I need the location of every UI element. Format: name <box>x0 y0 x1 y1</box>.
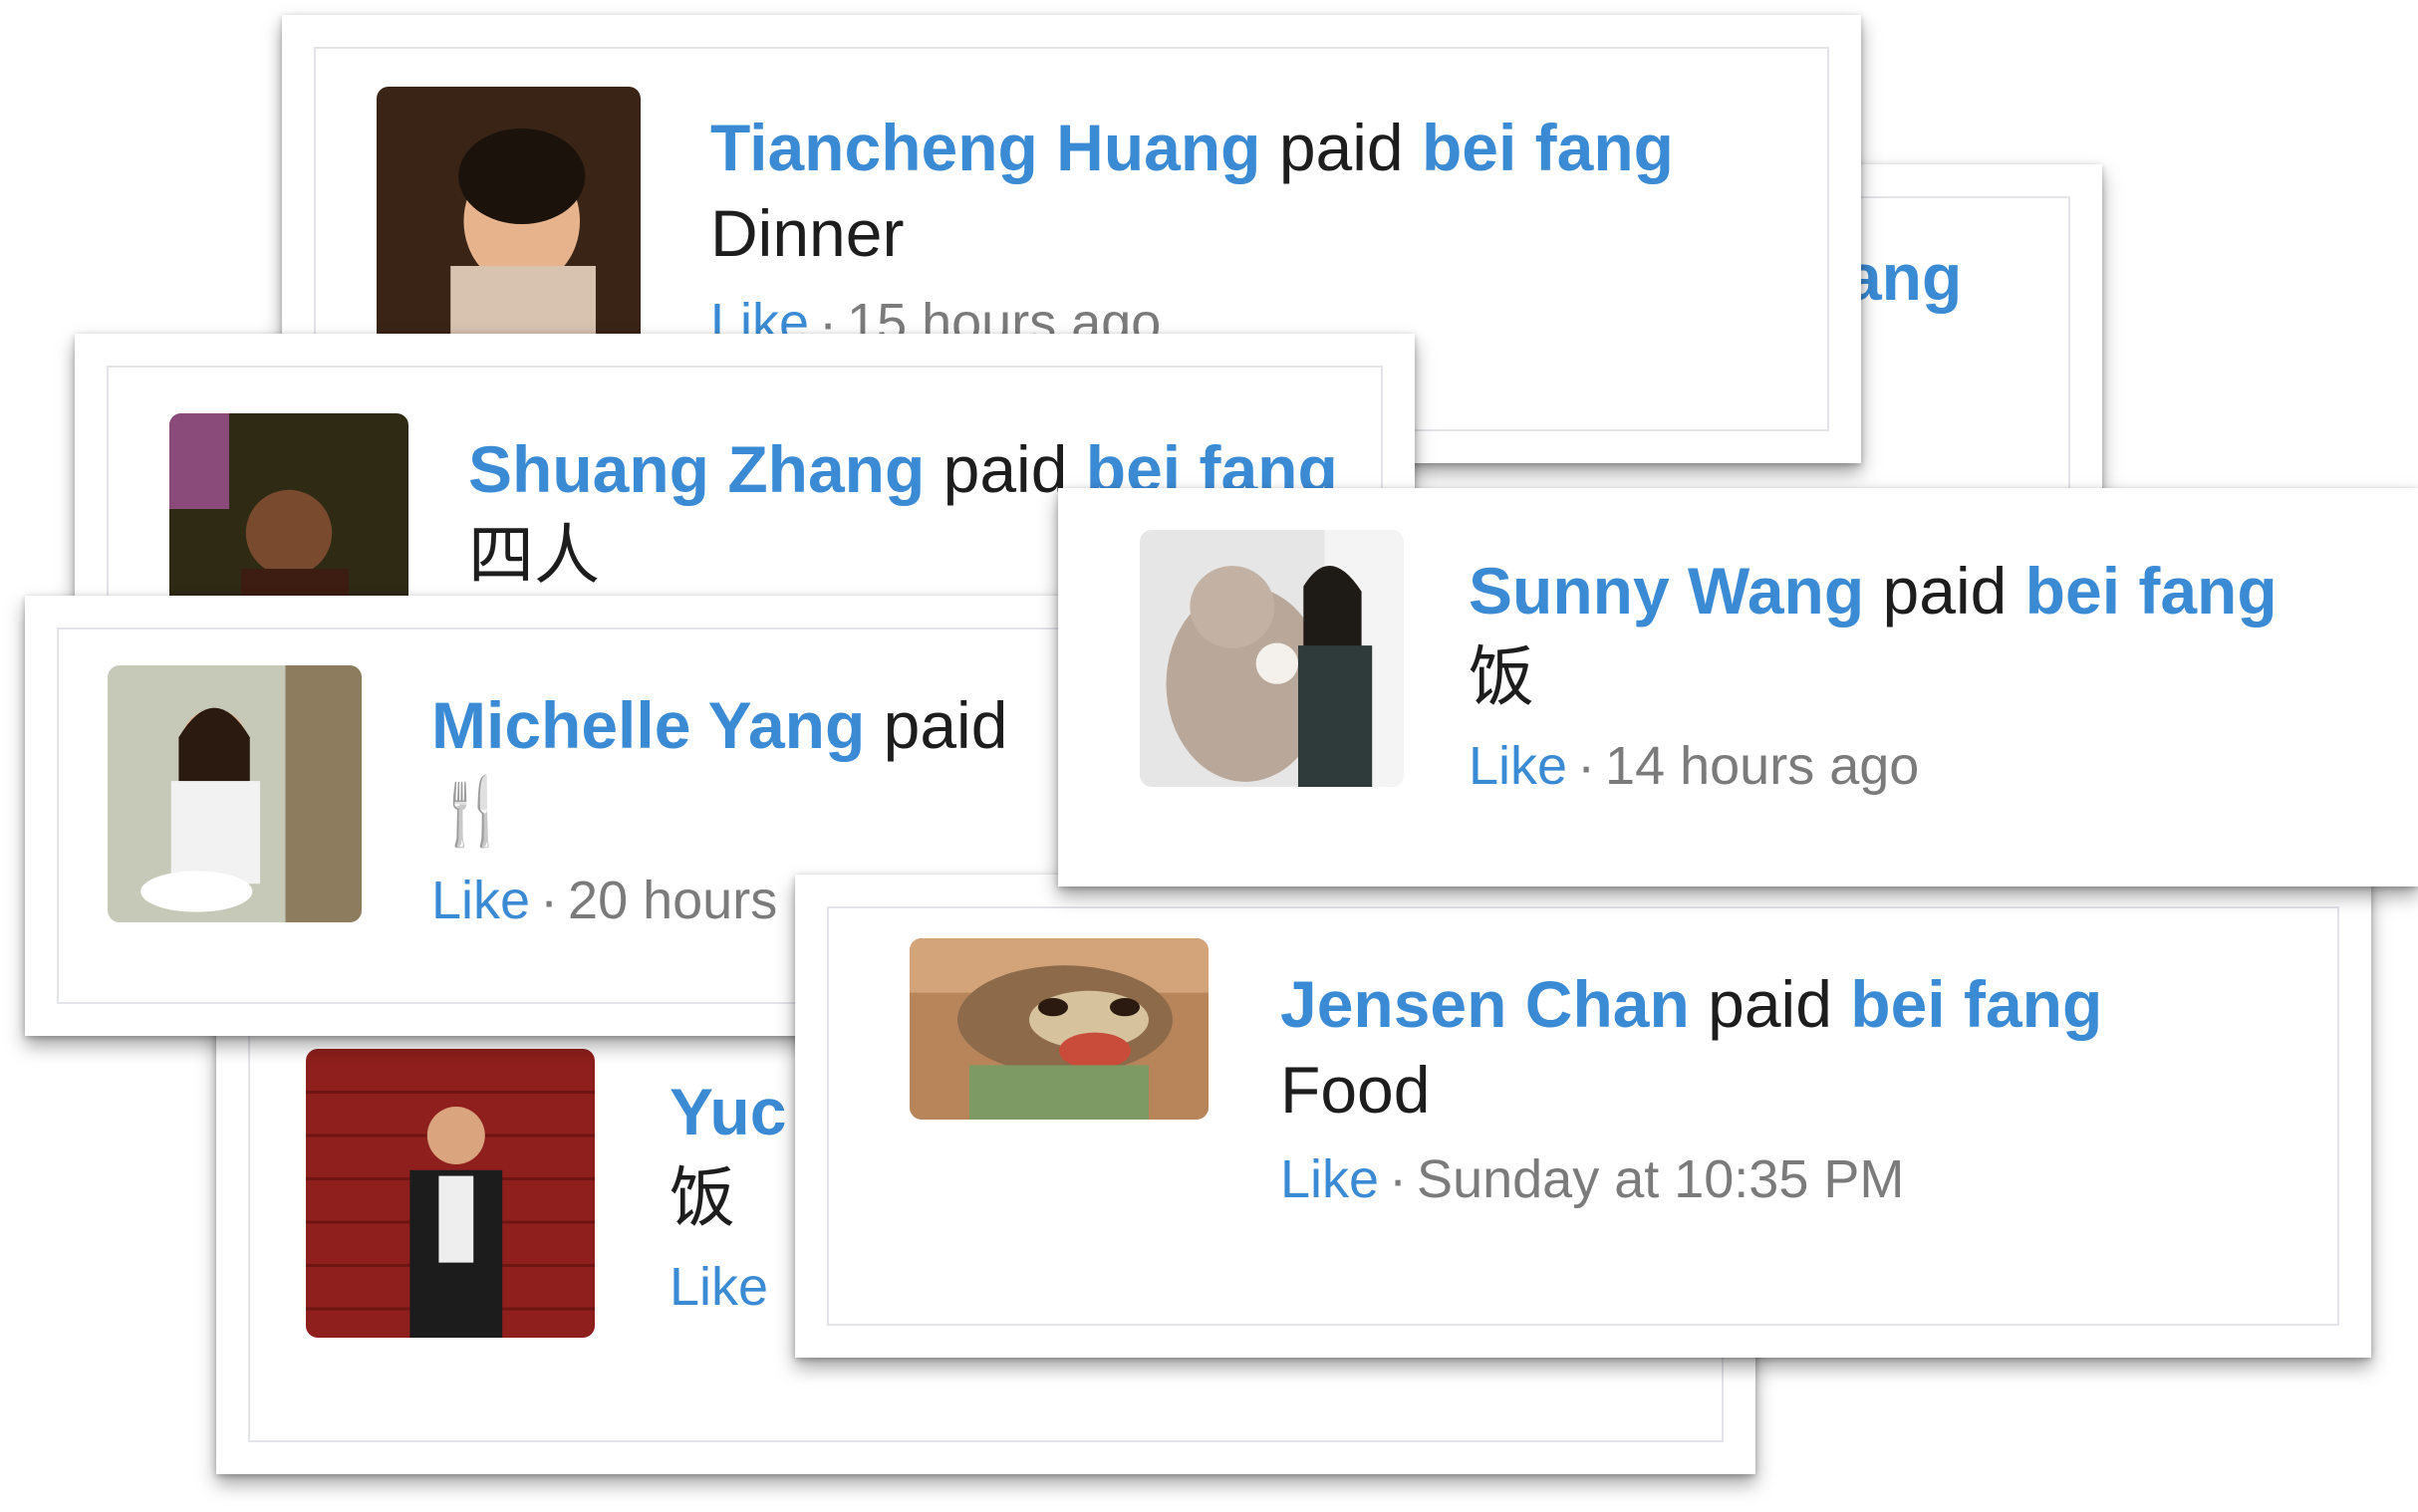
payment-headline: Jensen Chan paid bei fang <box>1280 971 2102 1037</box>
payer-link[interactable]: Michelle Yang <box>431 688 865 762</box>
like-button[interactable]: Like <box>1280 1149 1379 1209</box>
like-button[interactable]: Like <box>670 1257 768 1317</box>
payer-link[interactable]: Sunny Wang <box>1469 554 1864 628</box>
payee-link[interactable]: bei fang <box>2025 554 2278 628</box>
like-button[interactable]: Like <box>431 871 530 930</box>
payment-note: Dinner <box>710 196 905 270</box>
payment-meta: Like · Sunday at 10:35 PM <box>1280 1152 2102 1206</box>
timestamp: Sunday at 10:35 PM <box>1417 1149 1905 1209</box>
payment-note: Food <box>1280 1053 1431 1127</box>
payment-headline: Sunny Wang paid bei fang <box>1469 558 2278 624</box>
paid-label: paid <box>1882 554 2008 628</box>
payer-link[interactable]: Tiancheng Huang <box>710 111 1261 184</box>
paid-label: paid <box>942 432 1068 506</box>
payment-note: 饭 <box>670 1160 735 1234</box>
payment-card-jensen: Jensen Chan paid bei fang Food Like · Sund… <box>795 875 2371 1358</box>
meta-separator: · <box>1389 1149 1408 1209</box>
payer-link[interactable]: Jensen Chan <box>1280 967 1690 1041</box>
avatar[interactable] <box>108 665 362 922</box>
avatar[interactable] <box>1140 530 1404 787</box>
meta-separator: · <box>1577 736 1596 796</box>
payer-link[interactable]: Yuc <box>670 1075 786 1148</box>
payment-headline: Michelle Yang paid <box>431 692 1007 758</box>
payment-card-sunny: Sunny Wang paid bei fang 饭 Like · 14 hours… <box>1058 488 2418 886</box>
avatar[interactable] <box>910 938 1209 1120</box>
paid-label: paid <box>1278 111 1404 184</box>
payment-meta: Like · 14 hours ago <box>1469 739 2278 793</box>
paid-label: paid <box>1708 967 1832 1041</box>
payee-link[interactable]: bei fang <box>1422 111 1674 184</box>
payment-headline: Yuc <box>670 1079 786 1144</box>
paid-label: paid <box>883 688 1008 762</box>
meta-separator: · <box>540 871 559 930</box>
avatar[interactable] <box>306 1049 595 1338</box>
timestamp: 14 hours ago <box>1605 736 1920 796</box>
like-button[interactable]: Like <box>1469 736 1567 796</box>
payer-link[interactable]: Shuang Zhang <box>468 432 925 506</box>
payment-meta: Like <box>670 1260 786 1314</box>
timestamp: 20 hours <box>568 871 778 930</box>
payment-headline: Tiancheng Huang paid bei fang <box>710 115 1674 180</box>
fork-knife-icon: 🍴 <box>431 774 514 848</box>
payee-link[interactable]: bei fang <box>1850 967 2102 1041</box>
payment-note: 饭 <box>1469 639 1534 713</box>
